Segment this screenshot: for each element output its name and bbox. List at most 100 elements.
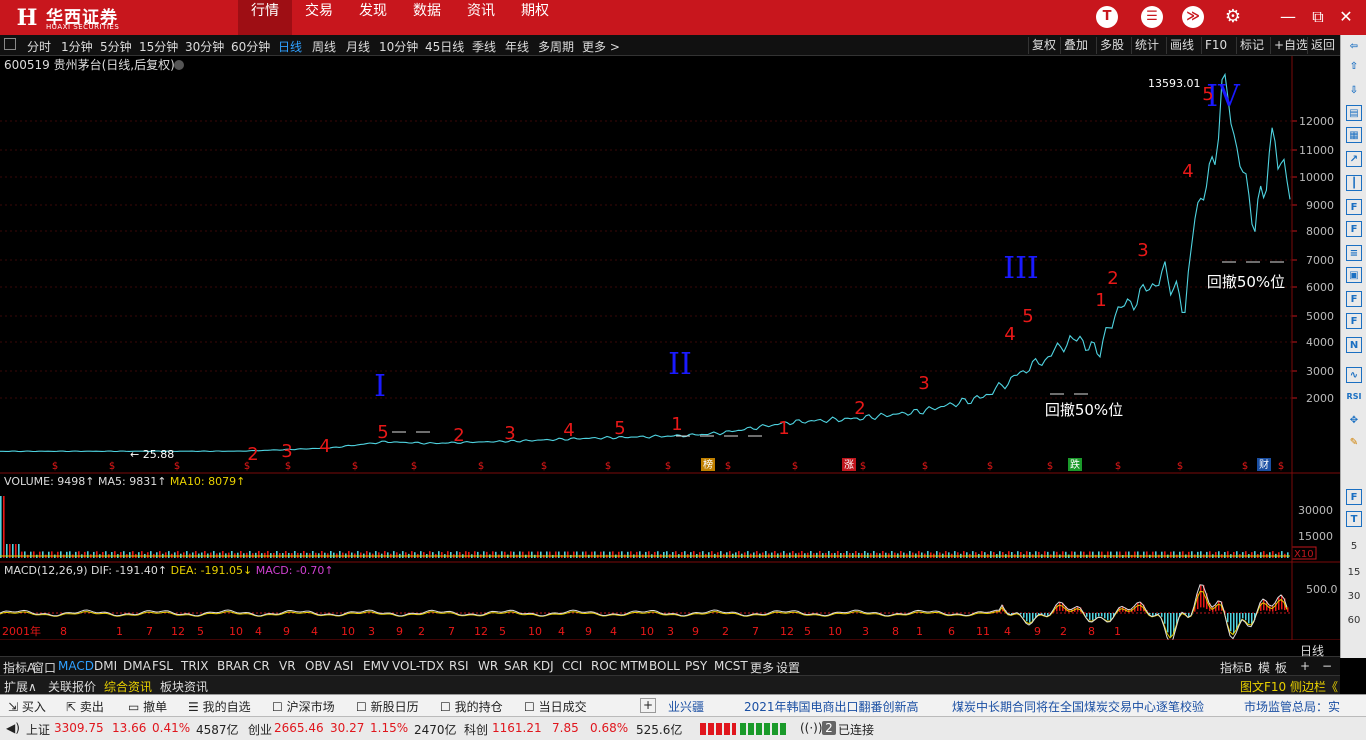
news-item[interactable]: 业兴疆: [668, 698, 704, 715]
indicator-tab-5[interactable]: FSL: [152, 659, 173, 673]
market-button[interactable]: ☐ 沪深市场: [272, 698, 335, 715]
indicator-tab-12[interactable]: EMV: [363, 659, 389, 673]
indicator-tab-14[interactable]: RSI: [449, 659, 469, 673]
period-15min[interactable]: 15分钟: [139, 38, 178, 55]
event-badge-label[interactable]: 榜: [703, 458, 713, 471]
indicator-right-3[interactable]: +: [1300, 659, 1310, 673]
event-marker-icon[interactable]: $: [1278, 461, 1284, 472]
event-badge-label[interactable]: 财: [1259, 458, 1269, 471]
candle-icon[interactable]: ┃: [1346, 175, 1362, 191]
indicator-tab-11[interactable]: ASI: [334, 659, 353, 673]
table-icon[interactable]: ▦: [1346, 127, 1362, 143]
period-1min[interactable]: 1分钟: [61, 38, 93, 55]
event-marker-icon[interactable]: $: [52, 461, 58, 472]
indicator-tab-2[interactable]: MACD: [58, 659, 94, 673]
nav-tab-trade[interactable]: 交易: [292, 0, 346, 35]
n-icon[interactable]: N: [1346, 337, 1362, 353]
fz-icon[interactable]: F: [1346, 291, 1362, 307]
trade-icon[interactable]: T: [1096, 6, 1118, 28]
toolbar-multistock-button[interactable]: 多股: [1096, 37, 1127, 54]
period-10min[interactable]: 10分钟: [379, 38, 418, 55]
cancel-order-button[interactable]: ▭ 撤单: [128, 698, 167, 715]
toolbar-overlay-button[interactable]: 叠加: [1060, 37, 1091, 54]
event-marker-icon[interactable]: $: [244, 461, 250, 472]
event-marker-icon[interactable]: $: [174, 461, 180, 472]
event-marker-icon[interactable]: $: [1047, 461, 1053, 472]
news-item[interactable]: 2021年韩国电商出口翻番创新高: [744, 698, 919, 715]
index-cy-name[interactable]: 创业: [248, 721, 272, 738]
side-num-5[interactable]: 5: [1346, 539, 1362, 555]
toolbar-draw-button[interactable]: 画线: [1166, 37, 1197, 54]
event-marker-icon[interactable]: $: [987, 461, 993, 472]
close-button[interactable]: ✕: [1336, 6, 1356, 28]
indicator-tab-13[interactable]: VOL-TDX: [392, 659, 444, 673]
indicator-tab-0[interactable]: 指标A: [3, 659, 35, 676]
arrow-up-icon[interactable]: ⇧: [1346, 59, 1362, 75]
event-marker-icon[interactable]: $: [411, 461, 417, 472]
indicator-tab-15[interactable]: WR: [478, 659, 498, 673]
event-marker-icon[interactable]: $: [922, 461, 928, 472]
event-badge-label[interactable]: 跌: [1070, 458, 1080, 471]
today-deals-button[interactable]: ☐ 当日成交: [524, 698, 587, 715]
period-quarter[interactable]: 季线: [472, 38, 496, 55]
toolbar-mark-button[interactable]: 标记: [1236, 37, 1267, 54]
event-marker-icon[interactable]: $: [352, 461, 358, 472]
rsi-icon[interactable]: RSI: [1346, 389, 1362, 405]
period-60min[interactable]: 60分钟: [231, 38, 270, 55]
indicator-tab-1[interactable]: 窗口: [32, 659, 56, 676]
arrow-left-icon[interactable]: ⇦: [1346, 39, 1362, 55]
news-item[interactable]: 煤炭中长期合同将在全国煤炭交易中心逐笔校验: [952, 698, 1204, 715]
period-weekly[interactable]: 周线: [312, 38, 336, 55]
period-more[interactable]: 更多 >: [582, 38, 620, 55]
report-icon[interactable]: ▤: [1346, 105, 1362, 121]
event-badge-label[interactable]: 涨: [844, 459, 854, 471]
f10-icon[interactable]: F: [1346, 221, 1362, 237]
nav-tab-discover[interactable]: 发现: [346, 0, 400, 35]
toolbar-addfav-button[interactable]: +自选: [1270, 37, 1311, 54]
nav-tab-market[interactable]: 行情: [238, 0, 292, 35]
indicator-tab-19[interactable]: ROC: [591, 659, 617, 673]
move-icon[interactable]: ✥: [1346, 413, 1362, 429]
tp-icon[interactable]: T: [1346, 511, 1362, 527]
period-monthly[interactable]: 月线: [346, 38, 370, 55]
period-year[interactable]: 年线: [505, 38, 529, 55]
side-num-30[interactable]: 30: [1346, 589, 1362, 605]
event-marker-icon[interactable]: $: [478, 461, 484, 472]
indicator-tab-7[interactable]: BRAR: [217, 659, 250, 673]
index-kc-name[interactable]: 科创: [464, 721, 488, 738]
ext-tab-expand[interactable]: 扩展∧: [4, 678, 37, 695]
my-watchlist-button[interactable]: ☰ 我的自选: [188, 698, 251, 715]
ext-tab-related[interactable]: 关联报价: [48, 678, 96, 695]
indicator-tab-4[interactable]: DMA: [123, 659, 151, 673]
maximize-button[interactable]: ⧉: [1308, 6, 1328, 28]
add-icon[interactable]: +: [640, 698, 656, 713]
indicator-tab-18[interactable]: CCI: [562, 659, 582, 673]
indicator-tab-3[interactable]: DMI: [94, 659, 117, 673]
indicator-tab-23[interactable]: MCST: [714, 659, 748, 673]
doc-icon[interactable]: ≡: [1346, 245, 1362, 261]
event-marker-icon[interactable]: $: [285, 461, 291, 472]
event-marker-icon[interactable]: $: [725, 461, 731, 472]
toolbar-back-button[interactable]: 返回: [1307, 37, 1338, 54]
forward-icon[interactable]: ≫: [1182, 6, 1204, 28]
indicator-tab-20[interactable]: MTM: [620, 659, 648, 673]
event-marker-icon[interactable]: $: [605, 461, 611, 472]
event-marker-icon[interactable]: $: [1177, 461, 1183, 472]
toolbar-fuquan-button[interactable]: 复权: [1028, 37, 1059, 54]
event-marker-icon[interactable]: $: [1242, 461, 1248, 472]
news-item[interactable]: 市场监管总局：实: [1244, 698, 1340, 715]
indicator-tab-9[interactable]: VR: [279, 659, 296, 673]
period-30min[interactable]: 30分钟: [185, 38, 224, 55]
gear-icon[interactable]: ⚙: [1222, 6, 1244, 28]
index-sh-name[interactable]: 上证: [26, 721, 50, 738]
ext-right-f10[interactable]: 图文F10 侧边栏《: [1240, 678, 1338, 695]
period-multi[interactable]: 多周期: [538, 38, 574, 55]
event-marker-icon[interactable]: $: [109, 461, 115, 472]
wave-icon[interactable]: ∿: [1346, 367, 1362, 383]
arrow-down-icon[interactable]: ⇩: [1346, 83, 1362, 99]
menu-icon[interactable]: ☰: [1141, 6, 1163, 28]
side-num-15[interactable]: 15: [1346, 565, 1362, 581]
toolbar-stats-button[interactable]: 统计: [1131, 37, 1162, 54]
panel-toggle-icon[interactable]: [4, 38, 16, 50]
indicator-tab-10[interactable]: OBV: [305, 659, 331, 673]
